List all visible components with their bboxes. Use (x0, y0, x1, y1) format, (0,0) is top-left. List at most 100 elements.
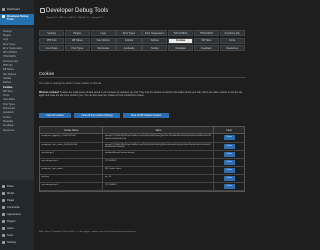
pin-icon (2, 185, 5, 188)
cookie-value: mfold=o&libraryContent=browse (103, 151, 215, 159)
clear-cookie-button[interactable]: Clear (223, 168, 235, 174)
sidebar-item-plugins[interactable]: Plugins (0, 219, 34, 224)
tab-resources[interactable]: Resources (219, 45, 245, 51)
tab-globals[interactable]: Globals (116, 37, 142, 44)
clear-cookie-button[interactable]: Clear (223, 184, 235, 190)
sidebar-item-posts[interactable]: Posts (0, 184, 34, 189)
submenu-item-label: Functions.php (3, 59, 19, 63)
table-row: wp-settings-time-1 1712345678 Clear (40, 159, 244, 168)
clear-cell: Clear (214, 151, 244, 158)
tab-settings[interactable]: Settings (39, 30, 65, 36)
sidebar-item-label: Settings (7, 241, 17, 244)
tab-db-tables[interactable]: DB Tables (64, 37, 90, 44)
table-row: wp-settings-1 mfold=o&libraryContent=brow… (40, 151, 244, 160)
clear-wp-cookies-button[interactable]: Clear All WP Related Cookies (123, 113, 169, 118)
version-meta: Plugin 2.0.0 · WP 6.x · PHP 8.1 · MySQL … (46, 17, 104, 19)
tab-defines[interactable]: Defines (142, 37, 168, 44)
table-row: wordpress_test_cookie_2a9f5c1b7e3d admin|… (40, 142, 244, 152)
tab-htaccess[interactable]: HTACCESS (193, 30, 219, 36)
tab-functions-php[interactable]: Functions.php (219, 30, 245, 36)
sidebar-item-tools[interactable]: Tools (0, 233, 34, 238)
clear-all-cookies-button[interactable]: Clear All Cookies (39, 113, 71, 118)
tab-plugins[interactable]: Plugins (64, 30, 90, 36)
tab-user-roles[interactable]: User Roles (39, 45, 65, 51)
table-body: wordpress_logged_in_2a9f5c1b7e3d admin|17… (40, 134, 244, 192)
page-title: Developer Debug Tools (46, 8, 109, 14)
sidebar-item-debug-tools[interactable]: Developer Debug Tools (0, 14, 34, 25)
cookie-value: 1712340000 (103, 183, 215, 191)
sidebar-item-dashboard[interactable]: Dashboard (0, 7, 34, 12)
tab-testing[interactable]: Testing (142, 45, 168, 51)
submenu-item-label: Globals (3, 76, 12, 80)
sidebar-item-appearance[interactable]: Appearance (0, 212, 34, 217)
sidebar-item-pages[interactable]: Pages (0, 198, 34, 203)
tab-error-suppression[interactable]: Error Suppression (142, 30, 168, 36)
clear-cell: Clear (214, 159, 244, 166)
cookie-name: wp-settings-1 (40, 151, 104, 159)
clear-cell: Clear (214, 183, 244, 190)
dashboard-icon (2, 8, 5, 11)
tab-shortcodes[interactable]: Shortcodes (90, 45, 116, 51)
submenu-item-label: Metadata (3, 119, 13, 123)
clear-cookie-button[interactable]: Clear (223, 160, 235, 166)
tab-metadata[interactable]: Metadata (168, 45, 194, 51)
submenu-item-label: HTACCESS (3, 55, 16, 59)
submenu-item-label: Cookies (3, 85, 13, 89)
tab-logs[interactable]: Logs (90, 30, 116, 36)
tools-icon (2, 234, 5, 237)
tab-feedback[interactable]: Feedback (193, 45, 219, 51)
tab-crons[interactable]: Crons (219, 37, 245, 44)
tab-php-info[interactable]: PHP Info (39, 37, 65, 44)
sidebar-item-users[interactable]: Users (0, 226, 34, 231)
description-body: Cookies are small pieces of data stored … (39, 92, 243, 98)
tab-error-types[interactable]: Error Types (116, 30, 142, 36)
sidebar-item-comments[interactable]: Comments (0, 205, 34, 210)
tab-post-types[interactable]: Post Types (64, 45, 90, 51)
clear-test-cookies-button[interactable]: Clear All Test Cookies (Debug) (74, 113, 120, 118)
column-header-name: Cookie Name (40, 127, 104, 133)
cookie-value: 1712345678 (103, 159, 215, 167)
section-title: Cookies (39, 71, 55, 76)
sidebar-item-label: Comments (7, 206, 20, 209)
tab-cookies[interactable]: Cookies (168, 37, 194, 44)
tab-wp-config[interactable]: WP-CONFIG (168, 30, 194, 36)
sidebar-item-label: Dashboard (7, 8, 20, 11)
submenu-item-label: Defines (3, 81, 12, 85)
main-content: Developer Debug Tools Plugin 2.0.0 · WP … (34, 0, 250, 250)
tab-autoloads[interactable]: Autoloads (116, 45, 142, 51)
submenu-item-label: Resources (3, 128, 15, 132)
tab-wp-sites[interactable]: WP Sites (193, 37, 219, 44)
clear-cookie-button[interactable]: Clear (223, 152, 235, 158)
submenu-item-label: Site Options (3, 72, 17, 76)
submenu-item-label: Logs (3, 38, 9, 42)
table-row: wp-settings-time-2 1712340000 Clear (40, 183, 244, 192)
cookie-name: wordpress_logged_in_2a9f5c1b7e3d (40, 134, 104, 142)
settings-icon (2, 241, 5, 244)
submenu-item-label: Error Types (3, 42, 16, 46)
submenu-item-label: Crons (3, 94, 10, 98)
sidebar-item-label: Pages (7, 199, 15, 202)
cookie-name: wordpress_test_cookie_2a9f5c1b7e3d (40, 142, 104, 151)
table-row: wordpress_test_cookie WP Cookie check Clea… (40, 167, 244, 176)
cookie-name: wp-lang (40, 175, 104, 183)
submenu-item-label: Post Types (3, 102, 15, 106)
tab-site-options[interactable]: Site Options (90, 37, 116, 44)
submenu-item-label: Feedback (3, 124, 14, 128)
sidebar-item-label: Tools (7, 234, 14, 237)
sidebar-item-settings[interactable]: Settings (0, 240, 34, 245)
submenu-item-label: Plugins (3, 33, 11, 37)
cookie-name: wordpress_test_cookie (40, 167, 104, 175)
clear-cookie-button[interactable]: Clear (223, 135, 235, 141)
clear-cookie-button[interactable]: Clear (223, 176, 235, 182)
clear-cookie-button[interactable]: Clear (223, 143, 235, 149)
clear-cell: Clear (214, 167, 244, 174)
submenu-item-label: Settings (3, 29, 12, 33)
submenu-item-resources[interactable]: Resources (0, 128, 34, 132)
debug-tools-icon (2, 15, 5, 18)
submenu-item-label: Shortcodes (3, 107, 16, 111)
cookie-value: admin|1712345678|Gf9XqVcKtA3u7wLmP2sRbYe… (103, 134, 215, 142)
sidebar-item-media[interactable]: Media (0, 191, 34, 196)
admin-sidebar: Dashboard Developer Debug Tools Settings… (0, 0, 34, 250)
column-header-value: Value (103, 127, 215, 133)
notice-text: You must be viewing the admin to clear c… (39, 82, 103, 85)
